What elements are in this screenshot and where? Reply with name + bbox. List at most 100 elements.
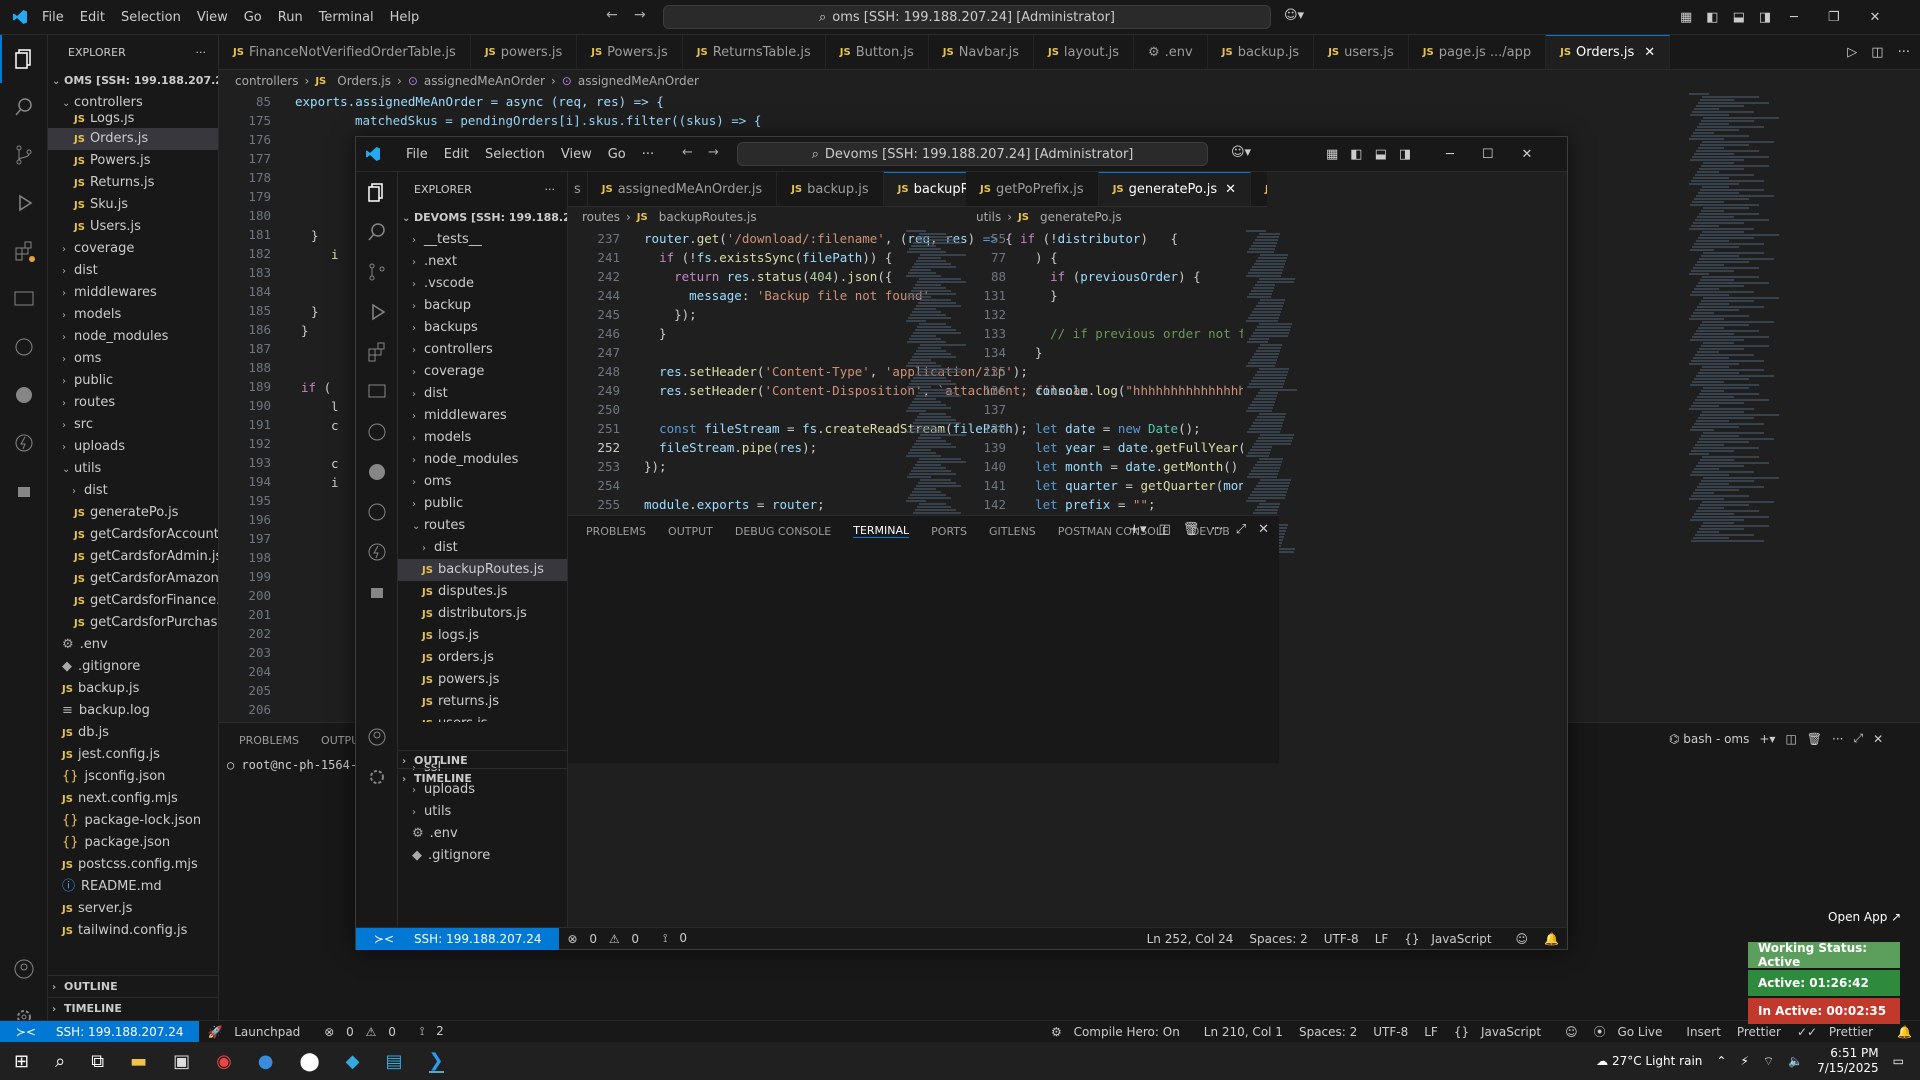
new-terminal-icon[interactable]: +▾ xyxy=(1759,732,1775,746)
panel-tab-output[interactable]: OUTPU xyxy=(321,734,359,747)
tab-get-po-prefix[interactable]: JS getPoPrefix.js xyxy=(966,172,1099,206)
prettier-check[interactable]: ✓✓ Prettier xyxy=(1797,1025,1881,1039)
overlay-command-center[interactable]: ⌕ Devoms [SSH: 199.188.207.24] [Administr… xyxy=(737,142,1208,166)
timeline-section[interactable]: › TIMELINE xyxy=(48,997,219,1019)
tree-file[interactable]: JS Returns.js xyxy=(48,172,218,194)
toggle-panel-icon[interactable]: ⬓ xyxy=(1375,147,1387,162)
breadcrumb-item[interactable]: assignedMeAnOrder xyxy=(424,74,545,88)
thunder-icon[interactable] xyxy=(356,532,398,572)
eol[interactable]: LF xyxy=(1424,1025,1438,1039)
remote-explorer-icon[interactable] xyxy=(0,275,48,323)
tab-overflow[interactable]: s xyxy=(568,172,588,206)
tree-folder[interactable]: › routes xyxy=(48,392,218,414)
breadcrumb-item[interactable]: assignedMeAnOrder xyxy=(578,74,699,88)
cursor-position[interactable]: Ln 210, Col 1 xyxy=(1204,1025,1283,1039)
tab-assigned-me-an-order[interactable]: JS assignedMeAnOrder.js xyxy=(588,172,778,206)
tab-orders[interactable]: JS Orders.js ✕ xyxy=(1546,35,1671,69)
gitlens-icon[interactable] xyxy=(356,452,398,492)
tree-folder[interactable]: › public xyxy=(48,370,218,392)
tree-file[interactable]: ≡ backup.log xyxy=(48,700,218,722)
gitlens-icon[interactable] xyxy=(0,371,48,419)
tree-file[interactable]: JSgetCardsforPurchasi... xyxy=(48,612,218,634)
tree-file[interactable]: JS Users.js xyxy=(48,216,218,238)
problems-count[interactable]: ⊗ 0 ⚠ 0 xyxy=(567,932,647,946)
tree-file[interactable]: {} package.json xyxy=(48,832,218,854)
prettier-status[interactable]: Prettier xyxy=(1737,1025,1781,1039)
tree-file[interactable]: {} package-lock.json xyxy=(48,810,218,832)
split-editor-icon[interactable]: ◫ xyxy=(1871,45,1883,60)
breadcrumb-item[interactable]: controllers xyxy=(235,74,299,88)
app-icon[interactable]: ⬤ xyxy=(300,1051,320,1072)
layout-custom-icon[interactable]: ▦ xyxy=(1326,147,1338,162)
menu-view[interactable]: View xyxy=(189,10,236,25)
run-debug-icon[interactable] xyxy=(356,292,398,332)
tree-file-selected[interactable]: JS Orders.js xyxy=(48,128,218,150)
command-center[interactable]: ⌕ oms [SSH: 199.188.207.24] [Administrato… xyxy=(663,5,1271,29)
new-terminal-icon[interactable]: +▾ xyxy=(1129,522,1146,537)
restore-icon[interactable]: ❐ xyxy=(1828,10,1840,25)
tree-item[interactable]: › .vscode xyxy=(398,273,567,295)
task-view-icon[interactable]: ⧉ xyxy=(91,1051,104,1072)
toggle-sidebar-icon[interactable]: ◧ xyxy=(1350,147,1362,162)
tab-button[interactable]: JS Button.js xyxy=(826,35,929,69)
panel-tab-terminal[interactable]: TERMINAL xyxy=(853,524,910,538)
copilot-status-icon[interactable]: ☺ xyxy=(1516,932,1529,946)
postman-icon[interactable] xyxy=(0,467,48,515)
toggle-sidebar-icon[interactable]: ◧ xyxy=(1706,10,1718,25)
tree-file[interactable]: JS generatePo.js xyxy=(48,502,218,524)
encoding[interactable]: UTF-8 xyxy=(1373,1025,1408,1039)
menu-help[interactable]: Help xyxy=(382,10,428,25)
minimize-icon[interactable]: ─ xyxy=(1446,147,1454,162)
tree-file[interactable]: {} jsconfig.json xyxy=(48,766,218,788)
menu-file[interactable]: File xyxy=(34,10,72,25)
menu-file[interactable]: File xyxy=(398,147,436,162)
copilot-icon[interactable]: ☺▾ xyxy=(1284,8,1304,23)
split-terminal-icon[interactable]: ◫ xyxy=(1785,732,1796,746)
tree-folder[interactable]: › src xyxy=(48,414,218,436)
database-icon[interactable] xyxy=(356,492,398,532)
tab-backup[interactable]: JS backup.js xyxy=(1208,35,1315,69)
outline-section[interactable]: › OUTLINE xyxy=(398,750,567,770)
tab-powers[interactable]: JS powers.js xyxy=(471,35,578,69)
search-icon[interactable] xyxy=(356,212,398,252)
menu-selection[interactable]: Selection xyxy=(113,10,189,25)
tree-file[interactable]: JS db.js xyxy=(48,722,218,744)
launchpad-button[interactable]: 🚀 Launchpad xyxy=(207,1025,308,1039)
tree-folder[interactable]: › oms xyxy=(48,348,218,370)
open-app-button[interactable]: Open App ↗ xyxy=(1828,910,1901,924)
postman-icon[interactable] xyxy=(356,572,398,612)
tab-users[interactable]: JS users.js xyxy=(1314,35,1409,69)
forward-arrow-icon[interactable]: → xyxy=(708,145,719,160)
tree-item[interactable]: JS disputes.js xyxy=(398,581,567,603)
explorer-icon[interactable] xyxy=(0,35,48,83)
remote-indicator[interactable]: ≻< SSH: 199.188.207.24 xyxy=(0,1020,200,1043)
explorer-root[interactable]: ⌄OMS [SSH: 199.188.207.24] xyxy=(48,70,218,92)
tree-file[interactable]: JS getCardsforFinance.js xyxy=(48,590,218,612)
panel-tab-problems[interactable]: PROBLEMS xyxy=(586,525,646,538)
extensions-icon[interactable] xyxy=(0,227,48,275)
tab-generate-po[interactable]: JS generatePo.js ✕ xyxy=(1098,172,1252,206)
tree-item[interactable]: › coverage xyxy=(398,361,567,383)
toggle-secondary-icon[interactable]: ◨ xyxy=(1399,147,1411,162)
tab-env[interactable]: ⚙ .env xyxy=(1134,35,1208,69)
tree-item[interactable]: › utils xyxy=(398,801,567,823)
tree-item[interactable]: › dist xyxy=(398,537,567,559)
close-panel-icon[interactable]: ✕ xyxy=(1258,522,1269,537)
tab-layout[interactable]: JS layout.js xyxy=(1034,35,1135,69)
problems-count[interactable]: ⊗ 0 ⚠ 0 xyxy=(324,1025,404,1039)
tab-returns-table[interactable]: JS ReturnsTable.js xyxy=(683,35,826,69)
language-mode[interactable]: {} JavaScript xyxy=(1404,932,1499,946)
maximize-panel-icon[interactable]: ⤢ xyxy=(1236,522,1246,537)
tree-file[interactable]: JS Powers.js xyxy=(48,150,218,172)
weather-widget[interactable]: ☁ 27°C Light rain xyxy=(1596,1054,1702,1068)
tree-file[interactable]: JS next.config.mjs xyxy=(48,788,218,810)
explorer-root[interactable]: ⌄DEVOMS [SSH: 199.188.20... xyxy=(398,207,567,229)
breadcrumb-item[interactable]: utils xyxy=(976,210,1001,224)
windows-start-icon[interactable]: ⊞ xyxy=(14,1051,29,1072)
tree-file[interactable]: ⚙ .env xyxy=(48,634,218,656)
toggle-panel-icon[interactable]: ⬓ xyxy=(1733,10,1745,25)
explorer-icon[interactable] xyxy=(356,172,398,212)
breadcrumb-item[interactable]: Orders.js xyxy=(337,74,391,88)
tree-file[interactable]: JSgetCardsforAmazon.js xyxy=(48,568,218,590)
wifi-icon[interactable]: ⌔ xyxy=(1763,1054,1774,1069)
